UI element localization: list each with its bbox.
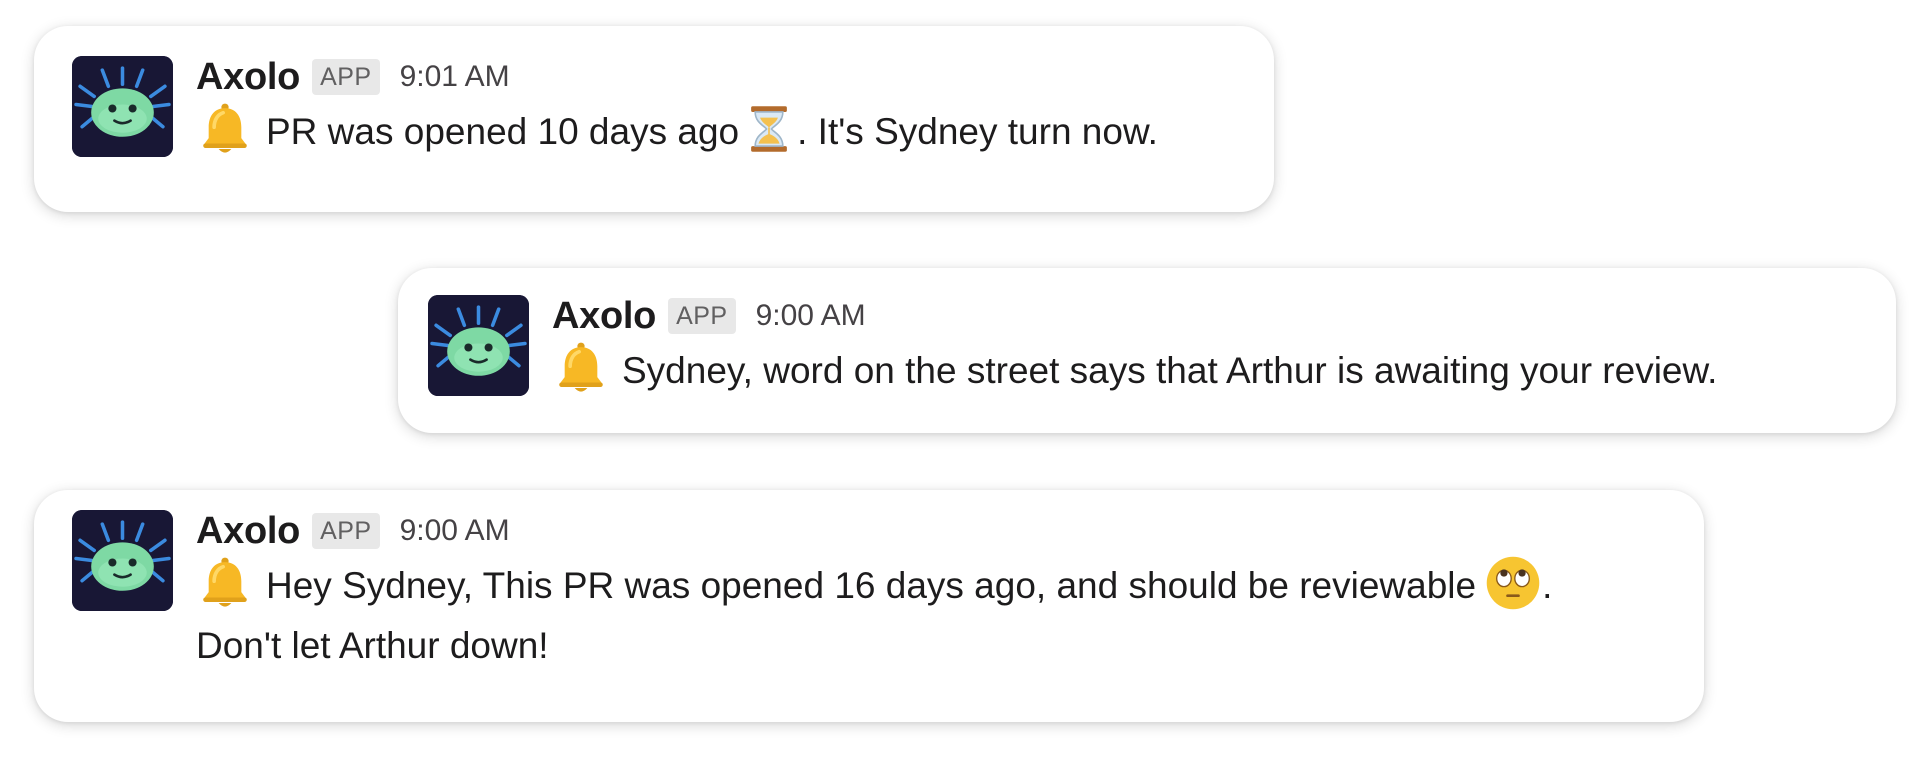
- axolo-avatar[interactable]: [72, 510, 173, 611]
- message-header: Axolo APP 9:00 AM: [552, 293, 1717, 339]
- axolotl-icon: [72, 510, 173, 611]
- bell-icon: [196, 100, 254, 158]
- sender-name[interactable]: Axolo: [196, 510, 300, 553]
- app-badge: APP: [668, 298, 736, 334]
- message-line1-text: Hey Sydney, This PR was opened 16 days a…: [266, 565, 1477, 606]
- hourglass-icon: [743, 100, 795, 158]
- bell-icon: [552, 339, 610, 397]
- axolotl-icon: [428, 295, 529, 396]
- axolotl-icon: [72, 56, 173, 157]
- axolo-avatar[interactable]: [72, 56, 173, 157]
- app-badge: APP: [312, 513, 380, 549]
- message-card-2: Axolo APP 9:00 AM Sydney, word on the st…: [398, 268, 1896, 433]
- message-text: Sydney, word on the street says that Art…: [552, 339, 1717, 401]
- message-text-part2: . It's Sydney turn now.: [797, 111, 1158, 152]
- message-card-3: Axolo APP 9:00 AM Hey Sydney, This PR wa…: [34, 490, 1704, 722]
- message-text-line-1: Hey Sydney, This PR was opened 16 days a…: [196, 554, 1552, 616]
- message-text: PR was opened 10 days ago . It's Sydney t…: [196, 100, 1158, 162]
- axolo-avatar[interactable]: [428, 295, 529, 396]
- message-text-body: Sydney, word on the street says that Art…: [622, 350, 1718, 391]
- message-header: Axolo APP 9:01 AM: [196, 54, 1158, 100]
- message-text-part1: PR was opened 10 days ago: [266, 111, 740, 152]
- sender-name[interactable]: Axolo: [552, 295, 656, 338]
- message-line2-text: Don't let Arthur down!: [196, 625, 549, 666]
- timestamp[interactable]: 9:00 AM: [756, 299, 866, 333]
- message-card-1: Axolo APP 9:01 AM PR was opened 10 days …: [34, 26, 1274, 212]
- timestamp[interactable]: 9:00 AM: [400, 514, 510, 548]
- app-badge: APP: [312, 59, 380, 95]
- sender-name[interactable]: Axolo: [196, 56, 300, 99]
- bell-icon: [196, 554, 254, 612]
- message-header: Axolo APP 9:00 AM: [196, 508, 1552, 554]
- timestamp[interactable]: 9:01 AM: [400, 60, 510, 94]
- message-text-line-2: Don't let Arthur down!: [196, 616, 1552, 676]
- message-line1-end: .: [1542, 565, 1553, 606]
- face-with-rolling-eyes-icon: [1484, 554, 1542, 612]
